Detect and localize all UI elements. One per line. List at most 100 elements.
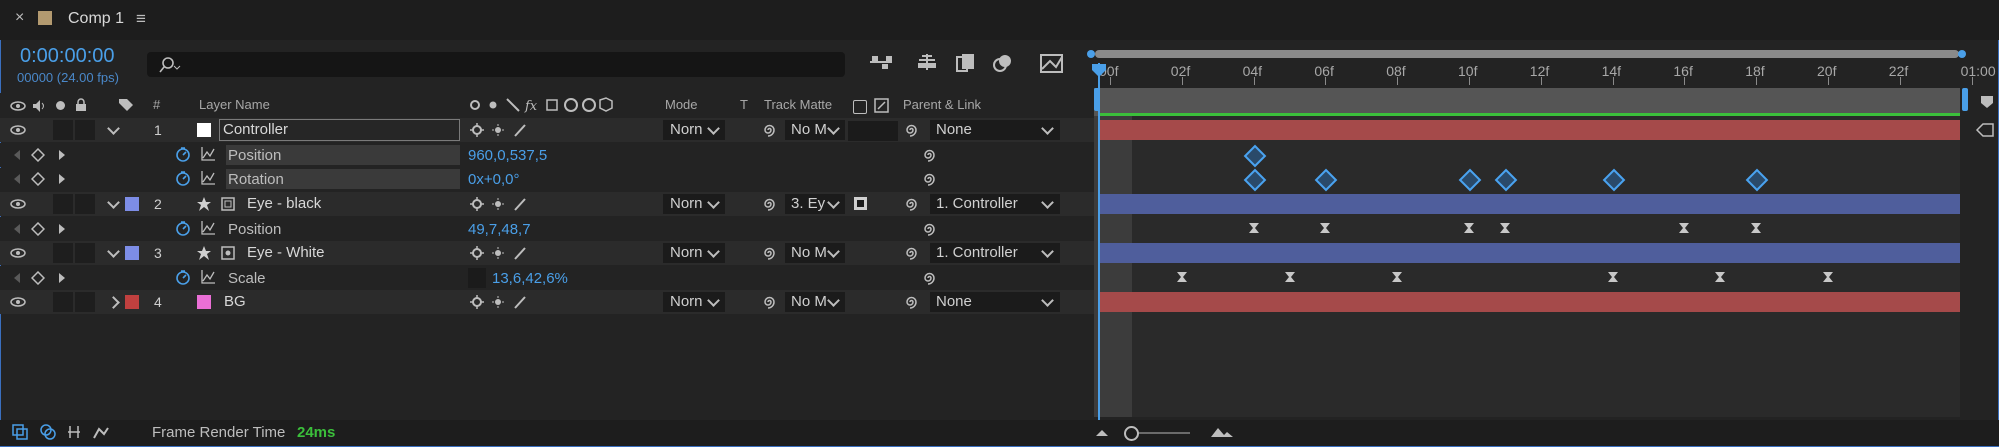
track-matte-dropdown[interactable]: No M [785, 120, 845, 140]
switch-slot[interactable] [53, 292, 73, 312]
zoom-out-icon[interactable] [1095, 428, 1109, 438]
graph-editor-set-icon[interactable] [200, 146, 216, 162]
property-value[interactable]: 960,0,537,5 [468, 147, 547, 164]
layer-name[interactable]: Eye - black [247, 195, 321, 212]
switch-slot[interactable] [53, 194, 73, 214]
frame-blending-icon[interactable] [954, 52, 980, 74]
previous-keyframe-icon[interactable] [12, 173, 22, 185]
eye-icon[interactable] [10, 198, 26, 210]
parent-dropdown[interactable]: 1. Controller [930, 243, 1060, 263]
keyframe-ease[interactable] [1822, 271, 1834, 283]
previous-keyframe-icon[interactable] [12, 149, 22, 161]
layer-switches-toggle-icon[interactable] [12, 424, 28, 440]
eye-icon[interactable] [10, 124, 26, 136]
work-area[interactable] [1094, 88, 1960, 116]
next-keyframe-icon[interactable] [57, 223, 67, 235]
parent-dropdown[interactable]: None [930, 120, 1060, 140]
stopwatch-icon[interactable] [175, 220, 191, 236]
collapse-switch-icon[interactable] [491, 295, 505, 309]
graph-editor-set-icon[interactable] [200, 170, 216, 186]
property-pick-whip-icon[interactable] [921, 171, 937, 187]
eye-icon[interactable] [10, 247, 26, 259]
tab-menu-icon[interactable]: ≡ [136, 9, 146, 29]
audio-toggle-icon[interactable] [31, 99, 47, 113]
video-toggle-icon[interactable] [10, 100, 26, 112]
previous-keyframe-icon[interactable] [12, 223, 22, 235]
parent-pick-whip-icon[interactable] [903, 294, 919, 310]
motion-blur-icon[interactable] [990, 52, 1016, 74]
collapse-chevron-icon[interactable] [107, 122, 120, 135]
add-keyframe-icon[interactable] [31, 148, 45, 162]
playhead-handle-icon[interactable] [1091, 63, 1107, 79]
layer-name-field[interactable]: Controller [219, 119, 460, 141]
add-keyframe-icon[interactable] [31, 271, 45, 285]
property-pick-whip-icon[interactable] [921, 270, 937, 286]
quality-switch-icon[interactable] [513, 197, 527, 211]
quality-switch-icon[interactable] [513, 295, 527, 309]
layer-name[interactable]: BG [224, 293, 246, 310]
mode-dropdown[interactable]: Norn [663, 120, 725, 140]
next-keyframe-icon[interactable] [57, 149, 67, 161]
switch-slot[interactable] [75, 194, 95, 214]
parent-pick-whip-icon[interactable] [903, 196, 919, 212]
property-value[interactable]: 13,6,42,6% [492, 270, 568, 287]
keyframe-ease[interactable] [1176, 271, 1188, 283]
property-pick-whip-icon[interactable] [921, 147, 937, 163]
property-pick-whip-icon[interactable] [921, 221, 937, 237]
shy-switch-icon[interactable] [469, 245, 485, 261]
keyframe-ease[interactable] [1750, 222, 1762, 234]
comp-marker-icon[interactable] [1980, 95, 1994, 109]
parent-dropdown[interactable]: None [930, 292, 1060, 312]
quality-switch-icon[interactable] [513, 123, 527, 137]
mode-dropdown[interactable]: Norn [663, 292, 725, 312]
graph-editor-set-icon[interactable] [200, 269, 216, 285]
shy-switch-icon[interactable] [469, 196, 485, 212]
layer-name[interactable]: Eye - White [247, 244, 325, 261]
search-input[interactable] [147, 52, 845, 77]
close-tab-icon[interactable]: × [15, 9, 24, 27]
add-keyframe-icon[interactable] [31, 172, 45, 186]
parent-dropdown[interactable]: 1. Controller [930, 194, 1060, 214]
matte-pick-whip-icon[interactable] [761, 294, 777, 310]
next-keyframe-icon[interactable] [57, 173, 67, 185]
collapse-switch-icon[interactable] [491, 197, 505, 211]
track-matte-dropdown[interactable]: 3. Ey [785, 194, 845, 214]
keyframe-ease[interactable] [1499, 222, 1511, 234]
parent-pick-whip-icon[interactable] [903, 122, 919, 138]
previous-keyframe-icon[interactable] [12, 272, 22, 284]
matte-pick-whip-icon[interactable] [761, 245, 777, 261]
playhead-line[interactable] [1098, 63, 1100, 420]
add-keyframe-icon[interactable] [31, 222, 45, 236]
zoom-slider-track[interactable] [1130, 432, 1190, 434]
label-tag-icon[interactable] [118, 98, 134, 112]
keyframe-ease[interactable] [1607, 271, 1619, 283]
shy-switch-icon[interactable] [469, 294, 485, 310]
work-area-end-handle[interactable] [1962, 88, 1968, 111]
parent-pick-whip-icon[interactable] [903, 245, 919, 261]
layer-bar-4[interactable] [1099, 292, 1960, 312]
quality-switch-icon[interactable] [513, 246, 527, 260]
tab-title[interactable]: Comp 1 [68, 10, 124, 28]
label-color-swatch[interactable] [125, 295, 139, 309]
mode-dropdown[interactable]: Norn [663, 243, 725, 263]
property-value[interactable]: 0x+0,0° [468, 171, 519, 188]
render-time-toggle-icon[interactable] [92, 424, 110, 440]
keyframe-ease[interactable] [1463, 222, 1475, 234]
matte-pick-whip-icon[interactable] [761, 122, 777, 138]
timeline-body[interactable] [1094, 116, 1960, 417]
switch-slot[interactable] [53, 243, 73, 263]
next-keyframe-icon[interactable] [57, 272, 67, 284]
timecode-display[interactable]: 0:00:00:00 [20, 45, 115, 68]
zoom-slider-handle[interactable] [1124, 426, 1139, 441]
layer-bar-2[interactable] [1099, 194, 1960, 214]
matte-pick-whip-icon[interactable] [761, 196, 777, 212]
layer-bar-1[interactable] [1099, 120, 1960, 140]
mode-dropdown[interactable]: Norn [663, 194, 725, 214]
keyframe-ease[interactable] [1319, 222, 1331, 234]
stopwatch-icon[interactable] [175, 146, 191, 162]
eye-icon[interactable] [10, 296, 26, 308]
label-color-swatch[interactable] [125, 197, 139, 211]
graph-editor-icon[interactable] [1038, 51, 1066, 75]
layer-bar-3[interactable] [1099, 243, 1960, 263]
stopwatch-icon[interactable] [175, 170, 191, 186]
